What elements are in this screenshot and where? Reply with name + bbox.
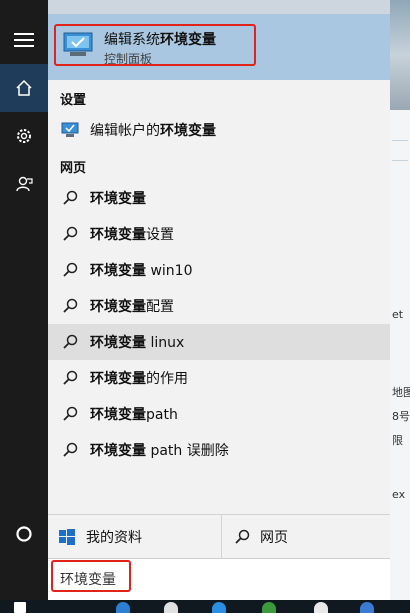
web-scope-button[interactable]: 网页: [234, 515, 288, 559]
gear-icon: [17, 129, 31, 143]
search-icon: [63, 262, 78, 277]
background-window: et 地图 8号 限 ex: [390, 0, 410, 613]
feedback-button[interactable]: [0, 160, 48, 208]
background-text: 地图: [392, 386, 410, 399]
hamburger-menu-button[interactable]: [0, 16, 48, 64]
taskbar: [0, 600, 410, 613]
start-button[interactable]: [14, 602, 26, 613]
hamburger-icon: [14, 33, 34, 47]
background-photo: [390, 0, 410, 110]
web-result-label: 环境变量设置: [90, 227, 174, 243]
taskbar-app-icon[interactable]: [212, 602, 226, 613]
taskbar-app-icon[interactable]: [314, 602, 328, 613]
search-icon: [63, 442, 78, 457]
settings-result-item[interactable]: 编辑帐户的环境变量: [48, 112, 390, 148]
taskbar-app-icon[interactable]: [116, 602, 130, 613]
taskbar-app-icon[interactable]: [262, 602, 276, 613]
background-text: 限: [392, 434, 403, 447]
taskbar-app-icon[interactable]: [360, 602, 374, 613]
settings-button[interactable]: [0, 112, 48, 160]
search-icon: [63, 190, 78, 205]
web-result-item[interactable]: 环境变量 win10: [48, 252, 390, 288]
home-button[interactable]: [0, 64, 48, 112]
search-icon: [235, 529, 250, 544]
settings-header: 设置: [60, 93, 87, 108]
settings-monitor-icon: [61, 122, 79, 137]
search-scope-bar: 我的资料 网页: [48, 514, 390, 559]
web-result-item[interactable]: 环境变量 path 误删除: [48, 432, 390, 468]
control-panel-monitor-icon: [63, 32, 93, 56]
web-result-item[interactable]: 环境变量: [48, 180, 390, 216]
web-result-label: 环境变量的作用: [90, 371, 188, 387]
web-scope-label: 网页: [260, 530, 288, 546]
search-icon: [63, 226, 78, 241]
best-match-title: 编辑系统环境变量: [104, 32, 216, 48]
taskbar-app-icon[interactable]: [164, 602, 178, 613]
background-text: ex: [392, 488, 406, 501]
web-header: 网页: [60, 161, 87, 176]
scope-divider: [221, 515, 222, 559]
web-result-label: 环境变量 path 误删除: [90, 443, 229, 459]
home-icon: [16, 79, 32, 96]
web-result-item[interactable]: 环境变量path: [48, 396, 390, 432]
cortana-button[interactable]: [0, 510, 48, 558]
cortana-circle-icon: [16, 526, 32, 542]
search-box[interactable]: 环境变量: [48, 558, 390, 601]
search-results-panel: 编辑系统环境变量 控制面板 设置 编辑帐户的环境变量 网页 环境变量 环境变量设…: [48, 14, 390, 601]
web-result-label: 环境变量 linux: [90, 335, 185, 351]
web-result-item[interactable]: 环境变量 linux: [48, 324, 390, 360]
search-icon: [63, 298, 78, 313]
web-result-label: 环境变量: [90, 191, 146, 207]
best-match-item[interactable]: 编辑系统环境变量 控制面板: [48, 14, 390, 80]
feedback-person-icon: [16, 176, 33, 192]
search-icon: [63, 334, 78, 349]
my-stuff-button[interactable]: 我的资料: [58, 515, 142, 559]
web-result-label: 环境变量配置: [90, 299, 174, 315]
start-left-rail: [0, 0, 48, 600]
background-text: et: [392, 308, 404, 321]
web-result-item[interactable]: 环境变量配置: [48, 288, 390, 324]
web-result-item[interactable]: 环境变量的作用: [48, 360, 390, 396]
web-result-item[interactable]: 环境变量设置: [48, 216, 390, 252]
best-match-subtitle: 控制面板: [104, 52, 153, 66]
search-query-text: 环境变量: [60, 572, 116, 588]
windows-logo-icon: [59, 529, 75, 545]
my-stuff-label: 我的资料: [86, 530, 142, 546]
search-icon: [63, 370, 78, 385]
web-result-label: 环境变量path: [90, 407, 178, 423]
settings-result-label: 编辑帐户的环境变量: [90, 123, 216, 139]
search-icon: [63, 406, 78, 421]
desktop-background-top: [0, 0, 390, 14]
background-text: 8号: [392, 410, 410, 423]
web-result-label: 环境变量 win10: [90, 263, 193, 279]
